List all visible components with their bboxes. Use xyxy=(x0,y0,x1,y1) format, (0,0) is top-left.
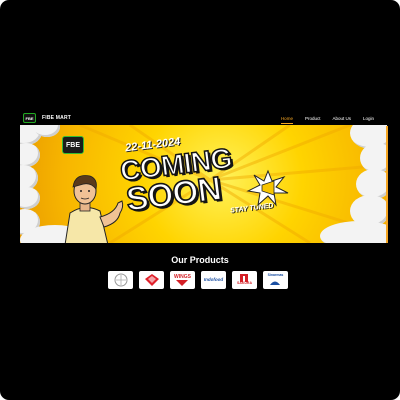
scrollbar[interactable] xyxy=(386,126,388,243)
product-brand-sakura[interactable]: SAKURA xyxy=(232,271,257,289)
app-window: FBE FIBE MART Home Product About Us Logi… xyxy=(0,0,400,400)
banner-logo: FBE xyxy=(62,136,84,154)
brand-logo[interactable]: FBE xyxy=(23,113,36,123)
indofood-logo: Indofood xyxy=(203,276,224,282)
product-brand-1[interactable] xyxy=(108,271,133,289)
navbar: FBE FIBE MART Home Product About Us Logi… xyxy=(20,111,380,125)
products-title: Our Products xyxy=(171,255,229,265)
nav-link-about-us[interactable]: About Us xyxy=(326,116,357,121)
hero-banner: FBE 22-11-2024 COMING SOON STAY TUNED xyxy=(20,125,387,243)
nav-link-home[interactable]: Home xyxy=(275,116,299,124)
grey-emblem-logo-icon xyxy=(114,273,127,287)
wings-logo-icon xyxy=(176,279,189,286)
nav-link-product[interactable]: Product xyxy=(299,116,327,121)
product-brand-2[interactable] xyxy=(139,271,164,289)
sinarmas-logo-icon xyxy=(270,281,281,285)
products-list: WINGS Indofood SAKURA Sinarmas xyxy=(108,271,288,289)
cartoon-man-illustration xyxy=(64,175,124,243)
product-brand-wings[interactable]: WINGS xyxy=(170,271,195,289)
nav-links: Home Product About Us Login xyxy=(275,116,380,124)
product-brand-indofood[interactable]: Indofood xyxy=(201,271,226,289)
sakura-logo: SAKURA xyxy=(237,281,252,286)
brand-name[interactable]: FIBE MART xyxy=(42,115,71,121)
red-diamond-logo-icon xyxy=(144,274,159,286)
megaphone-icon xyxy=(246,169,289,207)
product-brand-sinarmas[interactable]: Sinarmas xyxy=(263,271,288,289)
nav-link-login[interactable]: Login xyxy=(357,116,380,121)
